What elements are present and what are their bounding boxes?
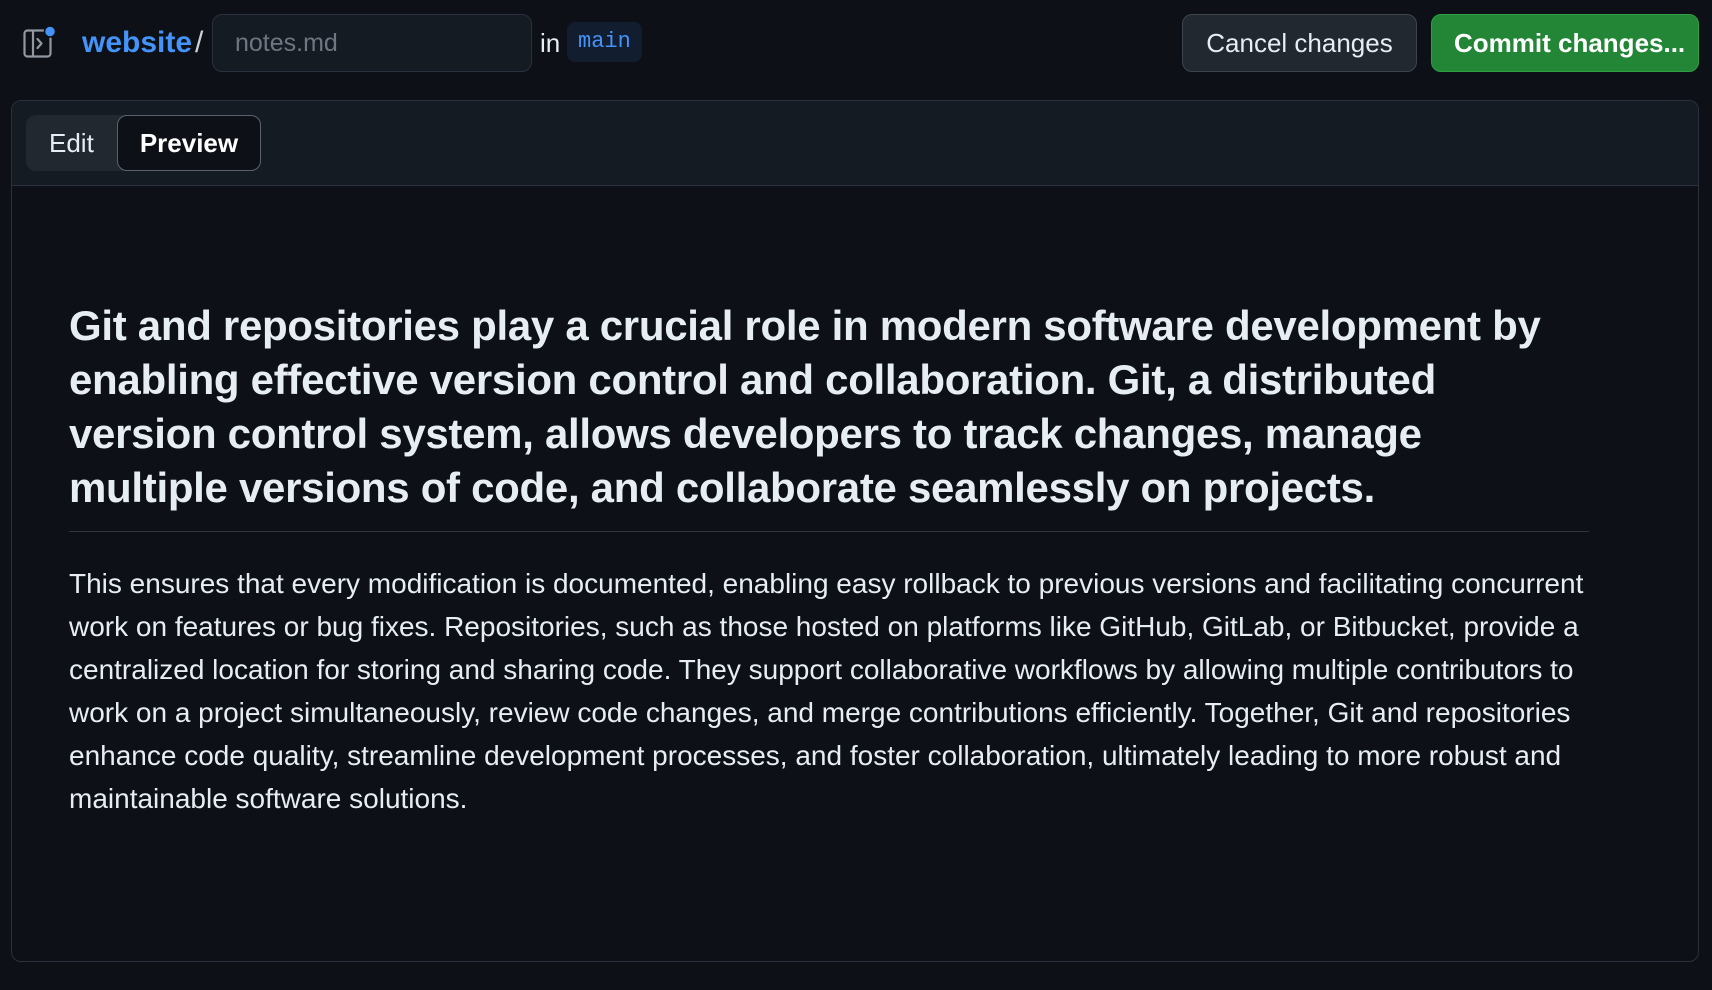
- editor-panel: Edit Preview Git and repositories play a…: [11, 100, 1699, 962]
- tab-edit[interactable]: Edit: [26, 115, 117, 171]
- commit-changes-button[interactable]: Commit changes...: [1431, 14, 1699, 72]
- sidebar-toggle-icon[interactable]: [23, 25, 57, 60]
- editor-tabs: Edit Preview: [26, 115, 262, 171]
- filename-input[interactable]: [212, 14, 532, 72]
- branch-badge: main: [567, 22, 642, 62]
- path-separator: /: [195, 26, 204, 59]
- tab-preview[interactable]: Preview: [116, 115, 262, 171]
- notification-dot-icon: [43, 25, 57, 38]
- cancel-changes-button[interactable]: Cancel changes: [1182, 14, 1417, 72]
- editor-topbar: website / in main Cancel changes Commit …: [0, 0, 1712, 86]
- in-label: in: [540, 28, 561, 58]
- preview-paragraph: This ensures that every modification is …: [69, 568, 1584, 814]
- repo-link[interactable]: website: [82, 20, 192, 66]
- markdown-preview: Git and repositories play a crucial role…: [69, 299, 1589, 820]
- preview-heading: Git and repositories play a crucial role…: [69, 299, 1589, 532]
- editor-panel-header: Edit Preview: [12, 101, 1698, 186]
